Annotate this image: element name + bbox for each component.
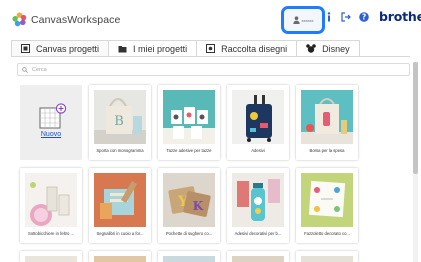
new-project-card[interactable]: Nuovo [20,85,82,160]
project-thumbnail [94,256,146,262]
app-title: CanvasWorkspace [31,13,121,26]
help-icon[interactable]: ? [359,12,369,22]
project-card[interactable]: Borsa per la spesa [296,85,358,160]
project-card[interactable] [89,251,151,262]
scrollbar-thumb[interactable] [413,62,418,174]
project-title: Pochette di sughero co... [165,231,213,236]
svg-text:B: B [114,114,124,129]
search-icon [22,66,28,73]
project-thumbnail [94,173,146,227]
project-card[interactable] [296,251,358,262]
project-thumbnail [232,90,284,144]
project-thumbnail [301,256,353,262]
tab-label: Raccolta disegni [221,43,288,54]
project-card[interactable]: Segnalibri in cuoio a for... [89,168,151,243]
project-card[interactable]: Adesivi decorativi per b... [227,168,289,243]
project-thumbnail [25,173,77,227]
new-project-link[interactable]: Nuovo [20,131,82,138]
project-title: Sottobicchiere in feltro ... [27,231,75,236]
brother-logo: brother [379,9,421,24]
tab-canvas-progetti[interactable]: Canvas progetti [11,40,110,56]
project-title: Segnalibri in cuoio a for... [96,231,144,236]
search-placeholder: Cerca [32,66,47,73]
project-card[interactable] [227,251,289,262]
project-title: Fazzoletto decorato co... [304,231,350,236]
project-card[interactable]: Sottobicchiere in feltro ... [20,168,82,243]
project-card[interactable]: Fazzoletto decorato co... [296,168,358,243]
project-card[interactable]: Adesivi [227,85,289,160]
tab-i-miei-progetti[interactable]: I miei progetti [109,40,198,56]
project-title: Sporta con monogramma [96,148,144,153]
tab-label: I miei progetti [133,43,188,54]
canvas-icon [21,44,30,53]
header: CanvasWorkspace xxxxxx ? brother [0,0,421,38]
project-title: Tazze adesive per tazze [166,148,212,153]
image-icon [206,44,216,53]
project-title: Adesivi decorativi per b... [234,231,282,236]
canvasworkspace-logo-icon [12,12,27,27]
user-account-button[interactable]: xxxxxx [281,6,325,34]
user-name: xxxxxx [301,17,314,23]
project-thumbnail [163,256,215,262]
project-card[interactable]: B Sporta con monogramma [89,85,151,160]
search-input[interactable]: Cerca [17,63,410,76]
project-thumbnail [301,90,353,144]
folder-icon [118,46,127,53]
new-canvas-icon [39,103,67,129]
tab-bar: Canvas progetti I miei progetti Raccolta… [11,40,360,56]
svg-text:?: ? [362,13,366,22]
project-card[interactable]: Tazze adesive per tazze [158,85,220,160]
user-icon [292,16,300,24]
info-icon[interactable] [324,12,334,22]
project-thumbnail [25,256,77,262]
tab-divider [11,56,410,57]
project-thumbnail [163,90,215,144]
tab-label: Disney [322,43,350,54]
project-thumbnail [301,173,353,227]
project-card[interactable] [20,251,82,262]
mickey-icon [306,44,316,53]
project-title: Borsa per la spesa [309,148,345,153]
app-logo[interactable]: CanvasWorkspace [12,12,120,27]
project-card[interactable] [158,251,220,262]
project-thumbnail: Y K [163,173,215,227]
project-card[interactable]: Y K Pochette di sughero co... [158,168,220,243]
logout-icon[interactable] [341,12,351,22]
svg-text:K: K [193,199,204,213]
tab-disney[interactable]: Disney [297,40,360,56]
project-thumbnail [232,173,284,227]
tab-label: Canvas progetti [36,43,100,54]
tab-raccolta-disegni[interactable]: Raccolta disegni [197,40,298,56]
project-thumbnail [232,256,284,262]
project-title: Adesivi [251,148,265,153]
project-thumbnail: B [94,90,146,144]
